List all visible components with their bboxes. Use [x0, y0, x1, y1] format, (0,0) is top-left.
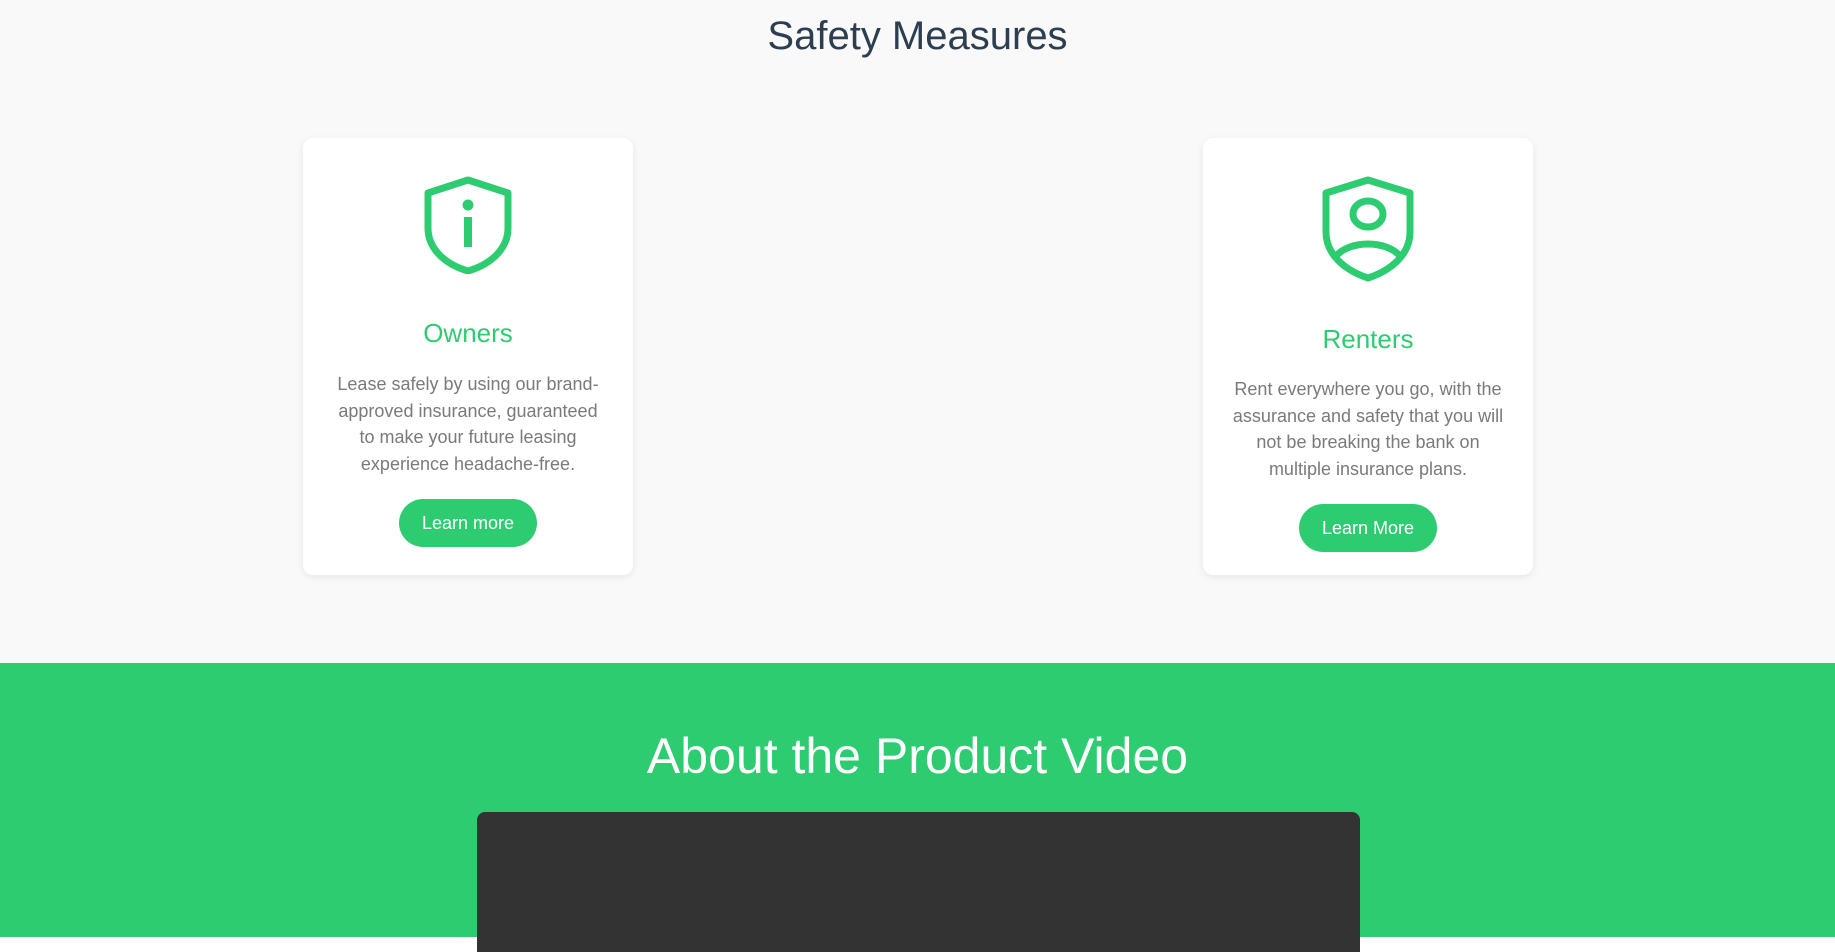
renters-card: Renters Rent everywhere you go, with the… — [1203, 138, 1533, 575]
card-description-owners: Lease safely by using our brand-approved… — [337, 374, 599, 474]
safety-measures-section: Safety Measures Owners Lease safely by u… — [0, 0, 1835, 663]
learn-more-owners-button[interactable]: Learn more — [399, 499, 537, 547]
card-description-renters: Rent everywhere you go, with the assuran… — [1232, 379, 1504, 479]
shield-info-icon — [303, 176, 633, 274]
owners-card: Owners Lease safely by using our brand-a… — [303, 138, 633, 575]
shield-user-icon — [1203, 176, 1533, 282]
video-section-title: About the Product Video — [646, 728, 1189, 784]
product-video-section: About the Product Video — [0, 663, 1835, 952]
section-title: Safety Measures — [767, 14, 1068, 58]
video-player[interactable] — [477, 812, 1360, 952]
card-heading-renters: Renters — [1322, 324, 1414, 354]
learn-more-renters-button[interactable]: Learn More — [1299, 504, 1437, 552]
card-heading-owners: Owners — [423, 318, 513, 348]
